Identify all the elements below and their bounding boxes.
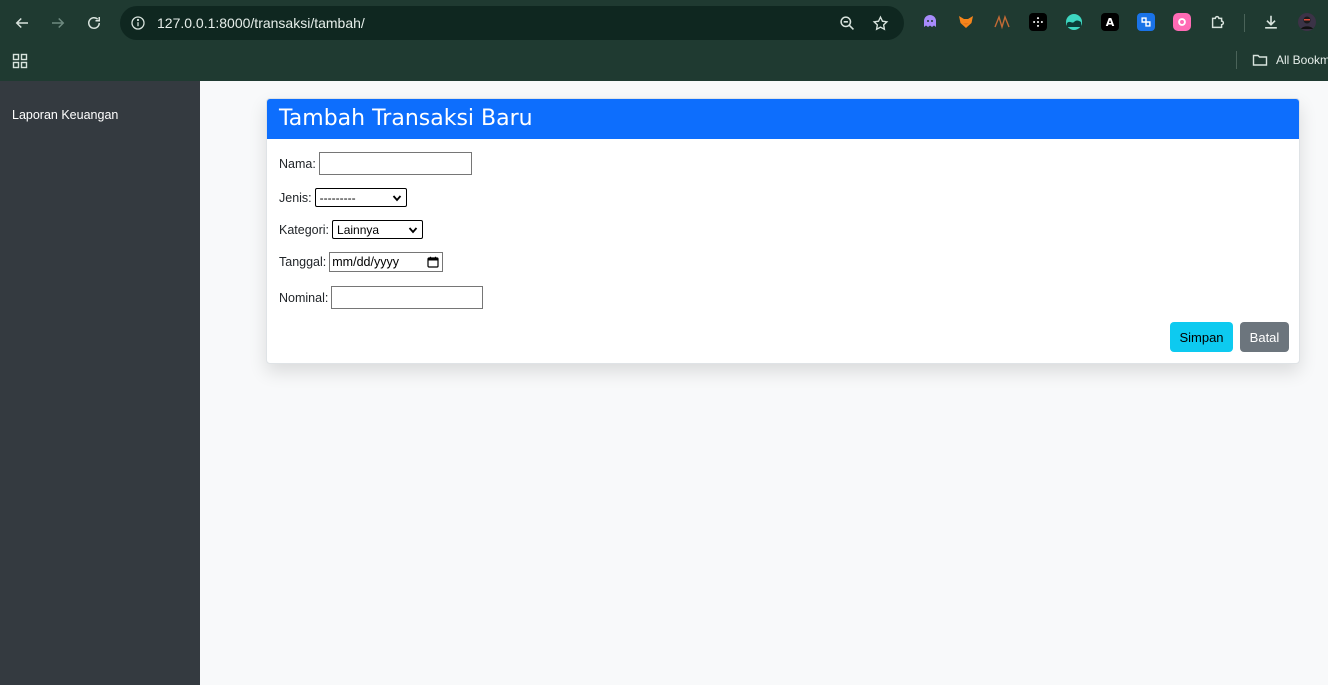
nominal-label: Nominal: [279, 290, 329, 305]
nama-label: Nama: [279, 156, 316, 171]
sidebar: Laporan Keuangan [0, 81, 200, 685]
folder-icon[interactable] [1252, 52, 1268, 68]
nominal-field: Nominal: [279, 286, 484, 309]
nominal-input[interactable] [331, 286, 484, 309]
cancel-button[interactable]: Batal [1240, 322, 1289, 352]
jenis-field: Jenis: --------- [279, 188, 407, 207]
ghost-extension-icon[interactable] [921, 13, 939, 31]
dark-extension-icon[interactable] [1029, 13, 1047, 31]
sidebar-item-laporan-keuangan[interactable]: Laporan Keuangan [12, 108, 118, 122]
bookmarks-bar [0, 46, 1328, 81]
kategori-select[interactable]: Lainnya [332, 220, 424, 239]
main-content: Tambah Transaksi Baru Nama: Jenis: -----… [200, 81, 1328, 685]
save-button[interactable]: Simpan [1170, 322, 1233, 352]
all-bookmarks-link[interactable]: All Bookm [1276, 53, 1328, 67]
forward-icon[interactable] [46, 11, 70, 35]
toolbar-divider [1244, 14, 1245, 32]
jenis-select[interactable]: --------- [314, 188, 407, 207]
calendar-icon[interactable] [427, 256, 439, 268]
wave-extension-icon[interactable] [1065, 13, 1083, 31]
profile-avatar-icon[interactable] [1298, 13, 1316, 31]
back-icon[interactable] [10, 11, 34, 35]
url-text[interactable]: 127.0.0.1:8000/transaksi/tambah/ [157, 15, 365, 31]
kategori-selected-value: Lainnya [337, 222, 380, 237]
address-bar[interactable]: 127.0.0.1:8000/transaksi/tambah/ [120, 6, 904, 40]
chevron-down-icon [408, 226, 418, 233]
zoom-icon[interactable] [838, 14, 856, 32]
nama-field: Nama: [279, 152, 472, 175]
jenis-label: Jenis: [279, 190, 312, 205]
bookmark-star-icon[interactable] [871, 14, 889, 32]
chevron-down-icon [392, 194, 401, 201]
tanggal-field: Tanggal: mm/dd/yyyy [279, 252, 444, 272]
tanggal-input[interactable]: mm/dd/yyyy [329, 252, 444, 272]
kategori-label: Kategori: [279, 222, 330, 237]
a-extension-icon[interactable]: A [1101, 13, 1119, 31]
site-info-icon[interactable] [128, 13, 148, 33]
nv-extension-icon[interactable] [993, 13, 1011, 31]
blue-extension-icon[interactable] [1137, 13, 1155, 31]
kategori-field: Kategori: Lainnya [279, 220, 424, 239]
puzzle-extension-icon[interactable] [1209, 13, 1227, 31]
tanggal-placeholder: mm/dd/yyyy [332, 255, 399, 269]
browser-chrome: 127.0.0.1:8000/transaksi/tambah/ A All B… [0, 0, 1328, 81]
tanggal-label: Tanggal: [279, 255, 327, 269]
page-title: Tambah Transaksi Baru [279, 106, 533, 131]
pink-extension-icon[interactable] [1173, 13, 1191, 31]
download-icon[interactable] [1262, 13, 1280, 31]
fox-extension-icon[interactable] [957, 13, 975, 31]
card-header: Tambah Transaksi Baru [267, 99, 1299, 139]
jenis-selected-value: --------- [319, 190, 356, 205]
nama-input[interactable] [318, 152, 472, 175]
apps-grid-icon[interactable] [12, 53, 28, 69]
reload-icon[interactable] [82, 11, 106, 35]
browser-toolbar: 127.0.0.1:8000/transaksi/tambah/ A [0, 0, 1328, 46]
bookmarks-divider [1236, 51, 1237, 69]
transaction-form-card: Tambah Transaksi Baru Nama: Jenis: -----… [266, 98, 1300, 364]
